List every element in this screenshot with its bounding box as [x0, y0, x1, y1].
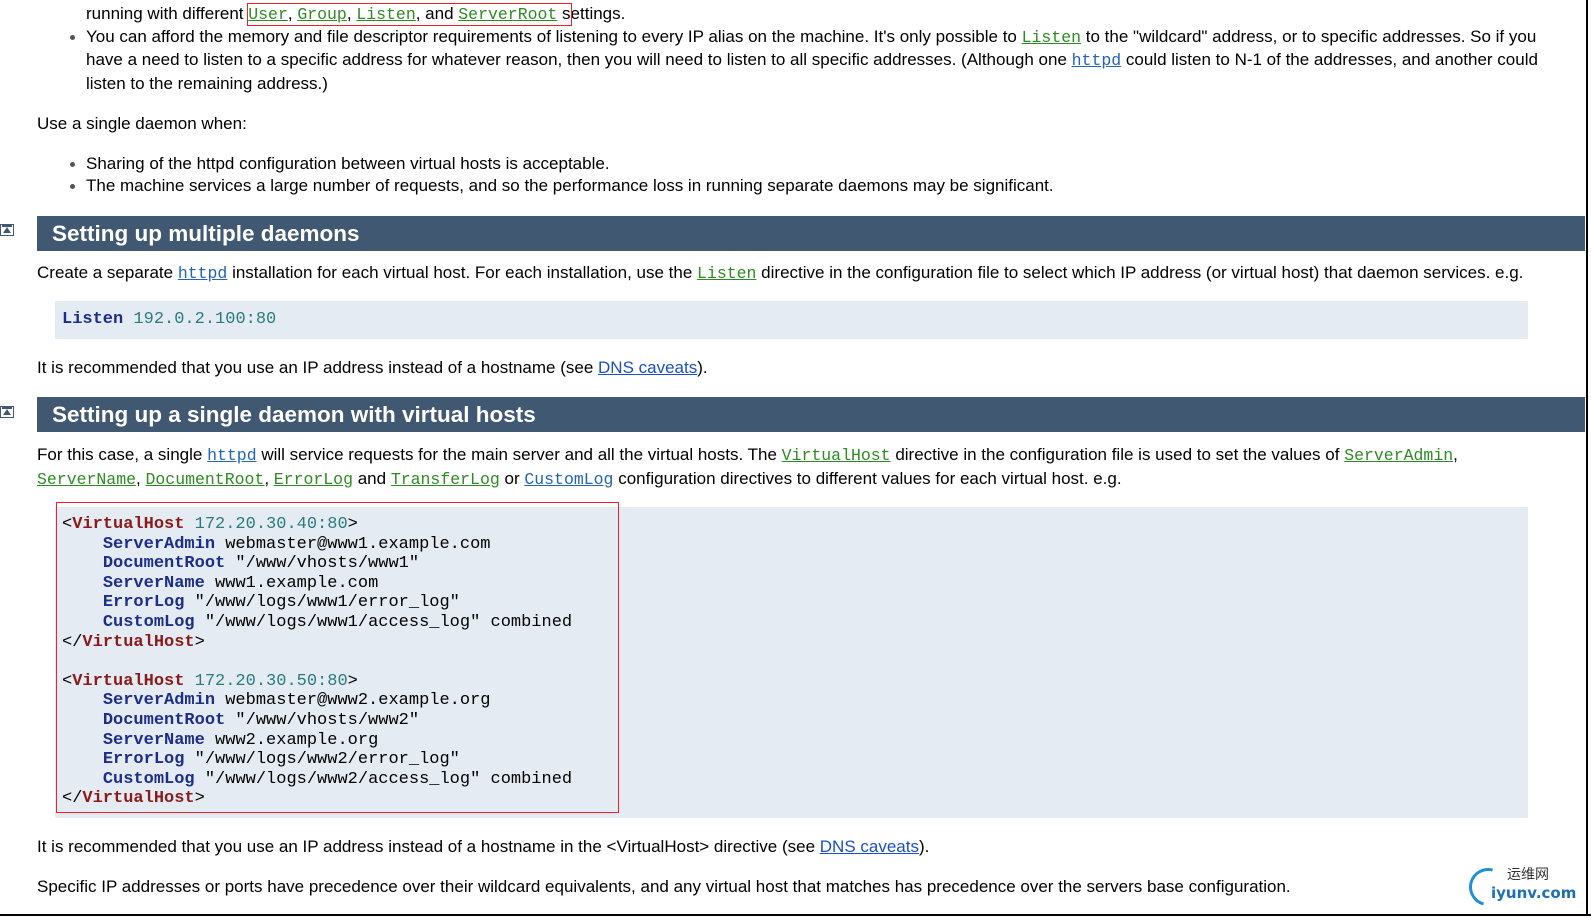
- list-item: Sharing of the httpd configuration betwe…: [86, 154, 610, 173]
- listen-directive-link[interactable]: Listen: [697, 264, 756, 283]
- watermark-cn-text: 运维网: [1507, 867, 1549, 883]
- paragraph: For this case, a single httpd will servi…: [37, 445, 1458, 465]
- paragraph: Use a single daemon when:: [37, 114, 247, 133]
- highlight-box: [56, 502, 619, 813]
- listen-directive-link[interactable]: Listen: [1022, 28, 1081, 47]
- documentroot-directive-link[interactable]: DocumentRoot: [145, 470, 264, 489]
- paragraph: It is recommended that you use an IP add…: [37, 358, 708, 377]
- back-to-top-icon[interactable]: [0, 406, 14, 418]
- customlog-directive-link[interactable]: CustomLog: [524, 470, 613, 489]
- virtualhost-directive-link[interactable]: VirtualHost: [782, 446, 891, 465]
- httpd-program-link[interactable]: httpd: [1072, 51, 1122, 70]
- paragraph: Create a separate httpd installation for…: [37, 263, 1524, 283]
- page-border: [1586, 0, 1588, 914]
- back-to-top-icon[interactable]: [0, 224, 14, 236]
- bullet-marker: [70, 162, 75, 167]
- dns-caveats-link[interactable]: DNS caveats: [598, 358, 697, 377]
- httpd-program-link[interactable]: httpd: [207, 446, 257, 465]
- serveradmin-directive-link[interactable]: ServerAdmin: [1344, 446, 1453, 465]
- list-item: The machine services a large number of r…: [86, 176, 1054, 195]
- bullet-marker: [70, 184, 75, 189]
- transferlog-directive-link[interactable]: TransferLog: [391, 470, 500, 489]
- text-line: have a need to listen to a specific addr…: [86, 50, 1538, 70]
- servername-directive-link[interactable]: ServerName: [37, 470, 136, 489]
- section-heading: Setting up a single daemon with virtual …: [37, 397, 1585, 432]
- paragraph: It is recommended that you use an IP add…: [37, 837, 930, 856]
- watermark-en-text: iyunv.com: [1491, 884, 1577, 902]
- text-line: You can afford the memory and file descr…: [86, 27, 1537, 47]
- bullet-marker: [70, 35, 75, 40]
- page-border: [0, 914, 1591, 916]
- code-line: Listen 192.0.2.100:80: [62, 310, 277, 329]
- highlight-box: [247, 3, 572, 26]
- document-page: running with different User, Group, List…: [0, 0, 1591, 924]
- section-heading: Setting up multiple daemons: [37, 216, 1585, 251]
- httpd-program-link[interactable]: httpd: [178, 264, 228, 283]
- watermark-logo: 运维网 iyunv.com: [1462, 861, 1579, 913]
- paragraph: ServerName, DocumentRoot, ErrorLog and T…: [37, 469, 1122, 489]
- paragraph: Specific IP addresses or ports have prec…: [37, 877, 1291, 896]
- text-line: listen to the remaining address.): [86, 74, 328, 93]
- code-block: Listen 192.0.2.100:80: [55, 301, 1528, 339]
- dns-caveats-link[interactable]: DNS caveats: [820, 837, 919, 856]
- errorlog-directive-link[interactable]: ErrorLog: [274, 470, 353, 489]
